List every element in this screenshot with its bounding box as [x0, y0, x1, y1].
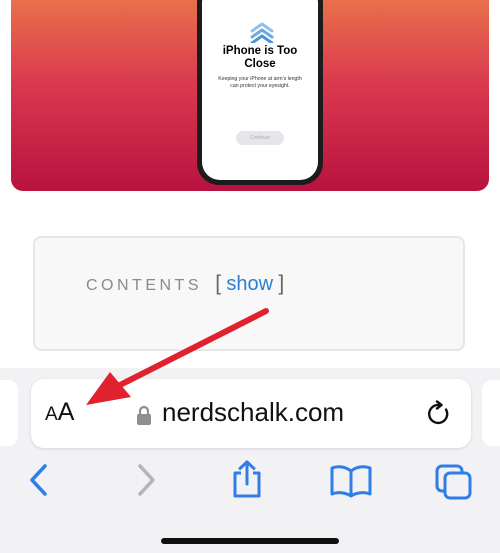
hero-image: iPhone is Too Close Keeping your iPhone …: [11, 0, 489, 191]
url-text[interactable]: nerdschalk.com: [162, 397, 344, 428]
back-icon[interactable]: [27, 463, 49, 497]
contents-title: CONTENTS: [86, 277, 202, 294]
table-of-contents: CONTENTS [ show ]: [33, 236, 465, 351]
phone-warning-title: iPhone is Too Close: [222, 45, 298, 70]
page-settings-button[interactable]: AA: [45, 398, 74, 427]
aa-small-letter: A: [45, 404, 58, 425]
phone-illustration: iPhone is Too Close Keeping your iPhone …: [197, 0, 323, 185]
tabs-icon[interactable]: [434, 463, 474, 501]
contents-row: CONTENTS [ show ]: [86, 272, 284, 296]
close-bracket: ]: [278, 272, 285, 295]
phone-warning-text: Keeping your iPhone at arm's length can …: [218, 76, 302, 89]
lock-icon: [137, 405, 151, 425]
share-icon[interactable]: [229, 459, 265, 499]
bookmarks-icon[interactable]: [329, 464, 373, 498]
aa-large-letter: A: [57, 398, 75, 426]
home-indicator: [161, 538, 339, 544]
previous-tab-edge[interactable]: [0, 380, 18, 446]
phone-continue-button: Continue: [236, 131, 284, 145]
address-bar[interactable]: AA nerdschalk.com: [31, 379, 471, 448]
show-contents-link[interactable]: show: [226, 273, 273, 295]
phone-screen: iPhone is Too Close Keeping your iPhone …: [202, 0, 318, 180]
forward-icon[interactable]: [136, 463, 158, 497]
open-bracket: [: [215, 272, 222, 295]
chevrons-up-icon: [250, 22, 274, 43]
browser-toolbar: AA nerdschalk.com: [0, 368, 500, 553]
next-tab-edge[interactable]: [482, 380, 500, 446]
reload-icon[interactable]: [425, 400, 453, 428]
